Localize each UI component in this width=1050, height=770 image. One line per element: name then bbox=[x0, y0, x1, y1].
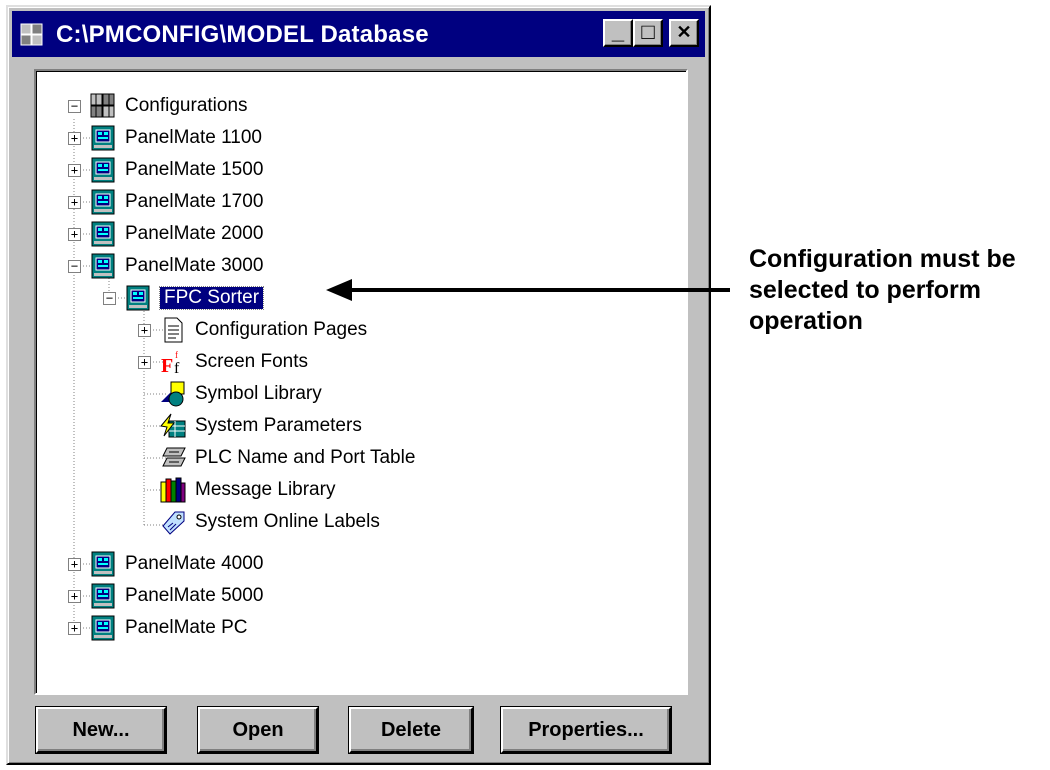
tree-item-panelmate-pc[interactable]: + PanelMate PC bbox=[68, 612, 248, 644]
maximize-icon: □ bbox=[641, 19, 655, 44]
configuration-tree[interactable]: − Configurations + PanelMate 1100 + Pane… bbox=[34, 69, 688, 695]
maximize-button[interactable]: □ bbox=[633, 19, 663, 47]
tree-item-system-parameters[interactable]: System Parameters bbox=[159, 410, 362, 442]
tree-item-panelmate-1700[interactable]: + PanelMate 1700 bbox=[68, 186, 263, 218]
collapse-icon[interactable]: − bbox=[68, 259, 81, 273]
properties-button-label: Properties... bbox=[528, 719, 644, 741]
callout-text: Configuration must be selected to perfor… bbox=[749, 244, 1049, 337]
panelmate-terminal-icon bbox=[91, 221, 115, 247]
tree-item-label: System Online Labels bbox=[195, 511, 380, 532]
expand-icon[interactable]: + bbox=[68, 131, 81, 145]
tree-item-label: Symbol Library bbox=[195, 383, 322, 404]
tree-item-label: PanelMate 5000 bbox=[125, 585, 264, 606]
panelmate-terminal-icon bbox=[91, 189, 115, 215]
callout-arrow bbox=[326, 279, 730, 301]
tree-item-label: Configuration Pages bbox=[195, 319, 368, 340]
tree-item-panelmate-5000[interactable]: + PanelMate 5000 bbox=[68, 580, 263, 612]
close-button[interactable]: ✕ bbox=[669, 19, 699, 47]
tree-item-label: PanelMate 2000 bbox=[125, 223, 264, 244]
tree-item-label: PanelMate 1700 bbox=[125, 191, 264, 212]
title-bar[interactable]: C:\PMCONFIG\MODEL Database _ □ ✕ bbox=[12, 11, 705, 57]
svg-text:f: f bbox=[175, 350, 178, 360]
tree-item-panelmate-3000[interactable]: − PanelMate 3000 bbox=[68, 250, 263, 282]
tree-item-label: PanelMate 1500 bbox=[125, 159, 264, 180]
tree-item-label: Message Library bbox=[195, 479, 336, 500]
new-button[interactable]: New... bbox=[36, 707, 166, 753]
tree-item-label: System Parameters bbox=[195, 415, 362, 436]
tree-item-label: PanelMate PC bbox=[125, 617, 248, 638]
expand-icon[interactable]: + bbox=[68, 163, 81, 177]
collapse-icon[interactable]: − bbox=[103, 291, 116, 305]
tree-item-panelmate-1100[interactable]: + PanelMate 1100 bbox=[68, 122, 262, 154]
tree-item-panelmate-2000[interactable]: + PanelMate 2000 bbox=[68, 218, 263, 250]
system-parameters-icon bbox=[160, 413, 186, 438]
open-button[interactable]: Open bbox=[198, 707, 318, 753]
tree-item-panelmate-4000[interactable]: + PanelMate 4000 bbox=[68, 548, 263, 580]
tree-root-label: Configurations bbox=[125, 95, 248, 116]
tree-item-panelmate-1500[interactable]: + PanelMate 1500 bbox=[68, 154, 263, 186]
expand-icon[interactable]: + bbox=[68, 589, 81, 603]
delete-button[interactable]: Delete bbox=[349, 707, 473, 753]
tree-item-screen-fonts[interactable]: + Fff Screen Fonts bbox=[138, 346, 308, 378]
tree-item-fpc-sorter[interactable]: − FPC Sorter bbox=[103, 282, 265, 314]
panelmate-terminal-icon bbox=[91, 157, 115, 183]
delete-button-label: Delete bbox=[380, 719, 442, 741]
callout-line-1: Configuration must be bbox=[749, 245, 1016, 273]
close-icon: ✕ bbox=[676, 22, 692, 42]
expand-icon[interactable]: + bbox=[68, 557, 81, 571]
svg-text:F: F bbox=[161, 355, 173, 376]
symbol-library-icon bbox=[161, 381, 185, 407]
expand-icon[interactable]: + bbox=[138, 355, 151, 369]
callout-line-3: operation bbox=[749, 307, 863, 335]
panelmate-terminal-icon bbox=[91, 615, 115, 641]
minimize-button[interactable]: _ bbox=[603, 19, 633, 47]
collapse-icon[interactable]: − bbox=[68, 99, 81, 113]
tree-item-plc-name-port-table[interactable]: PLC Name and Port Table bbox=[159, 442, 415, 474]
panelmate-terminal-icon bbox=[91, 253, 115, 279]
document-icon bbox=[164, 317, 183, 343]
expand-icon[interactable]: + bbox=[68, 227, 81, 241]
new-button-label: New... bbox=[72, 719, 130, 741]
tree-root[interactable]: − Configurations bbox=[68, 90, 248, 122]
fonts-icon: Fff bbox=[161, 350, 180, 376]
tree-item-label: PanelMate 3000 bbox=[125, 255, 264, 276]
message-library-icon bbox=[160, 477, 186, 503]
open-button-label: Open bbox=[232, 719, 284, 741]
database-app-icon bbox=[20, 23, 43, 46]
callout-line-2: selected to perform bbox=[749, 276, 982, 304]
minimize-icon: _ bbox=[611, 19, 625, 44]
panelmate-terminal-icon bbox=[91, 551, 115, 577]
tree-item-label: PLC Name and Port Table bbox=[195, 447, 416, 468]
plc-table-icon bbox=[162, 447, 186, 467]
tree-item-label: PanelMate 4000 bbox=[125, 553, 264, 574]
tree-item-message-library[interactable]: Message Library bbox=[159, 474, 335, 506]
panelmate-terminal-icon bbox=[126, 285, 150, 311]
online-labels-icon bbox=[162, 511, 185, 535]
expand-icon[interactable]: + bbox=[68, 195, 81, 209]
database-window: C:\PMCONFIG\MODEL Database _ □ ✕ − Confi… bbox=[6, 5, 711, 765]
tree-item-symbol-library[interactable]: Symbol Library bbox=[159, 378, 322, 410]
expand-icon[interactable]: + bbox=[138, 323, 151, 337]
properties-button[interactable]: Properties... bbox=[501, 707, 671, 753]
svg-text:f: f bbox=[174, 360, 180, 376]
tree-item-configuration-pages[interactable]: + Configuration Pages bbox=[138, 314, 367, 346]
panelmate-terminal-icon bbox=[91, 583, 115, 609]
expand-icon[interactable]: + bbox=[68, 621, 81, 635]
selected-config-label: FPC Sorter bbox=[158, 286, 265, 310]
window-title: C:\PMCONFIG\MODEL Database bbox=[56, 21, 429, 48]
tree-item-system-online-labels[interactable]: System Online Labels bbox=[159, 506, 380, 538]
configurations-cube-icon bbox=[90, 93, 115, 118]
tree-item-label: Screen Fonts bbox=[195, 351, 308, 372]
panelmate-terminal-icon bbox=[91, 125, 115, 151]
tree-item-label: PanelMate 1100 bbox=[125, 127, 262, 148]
